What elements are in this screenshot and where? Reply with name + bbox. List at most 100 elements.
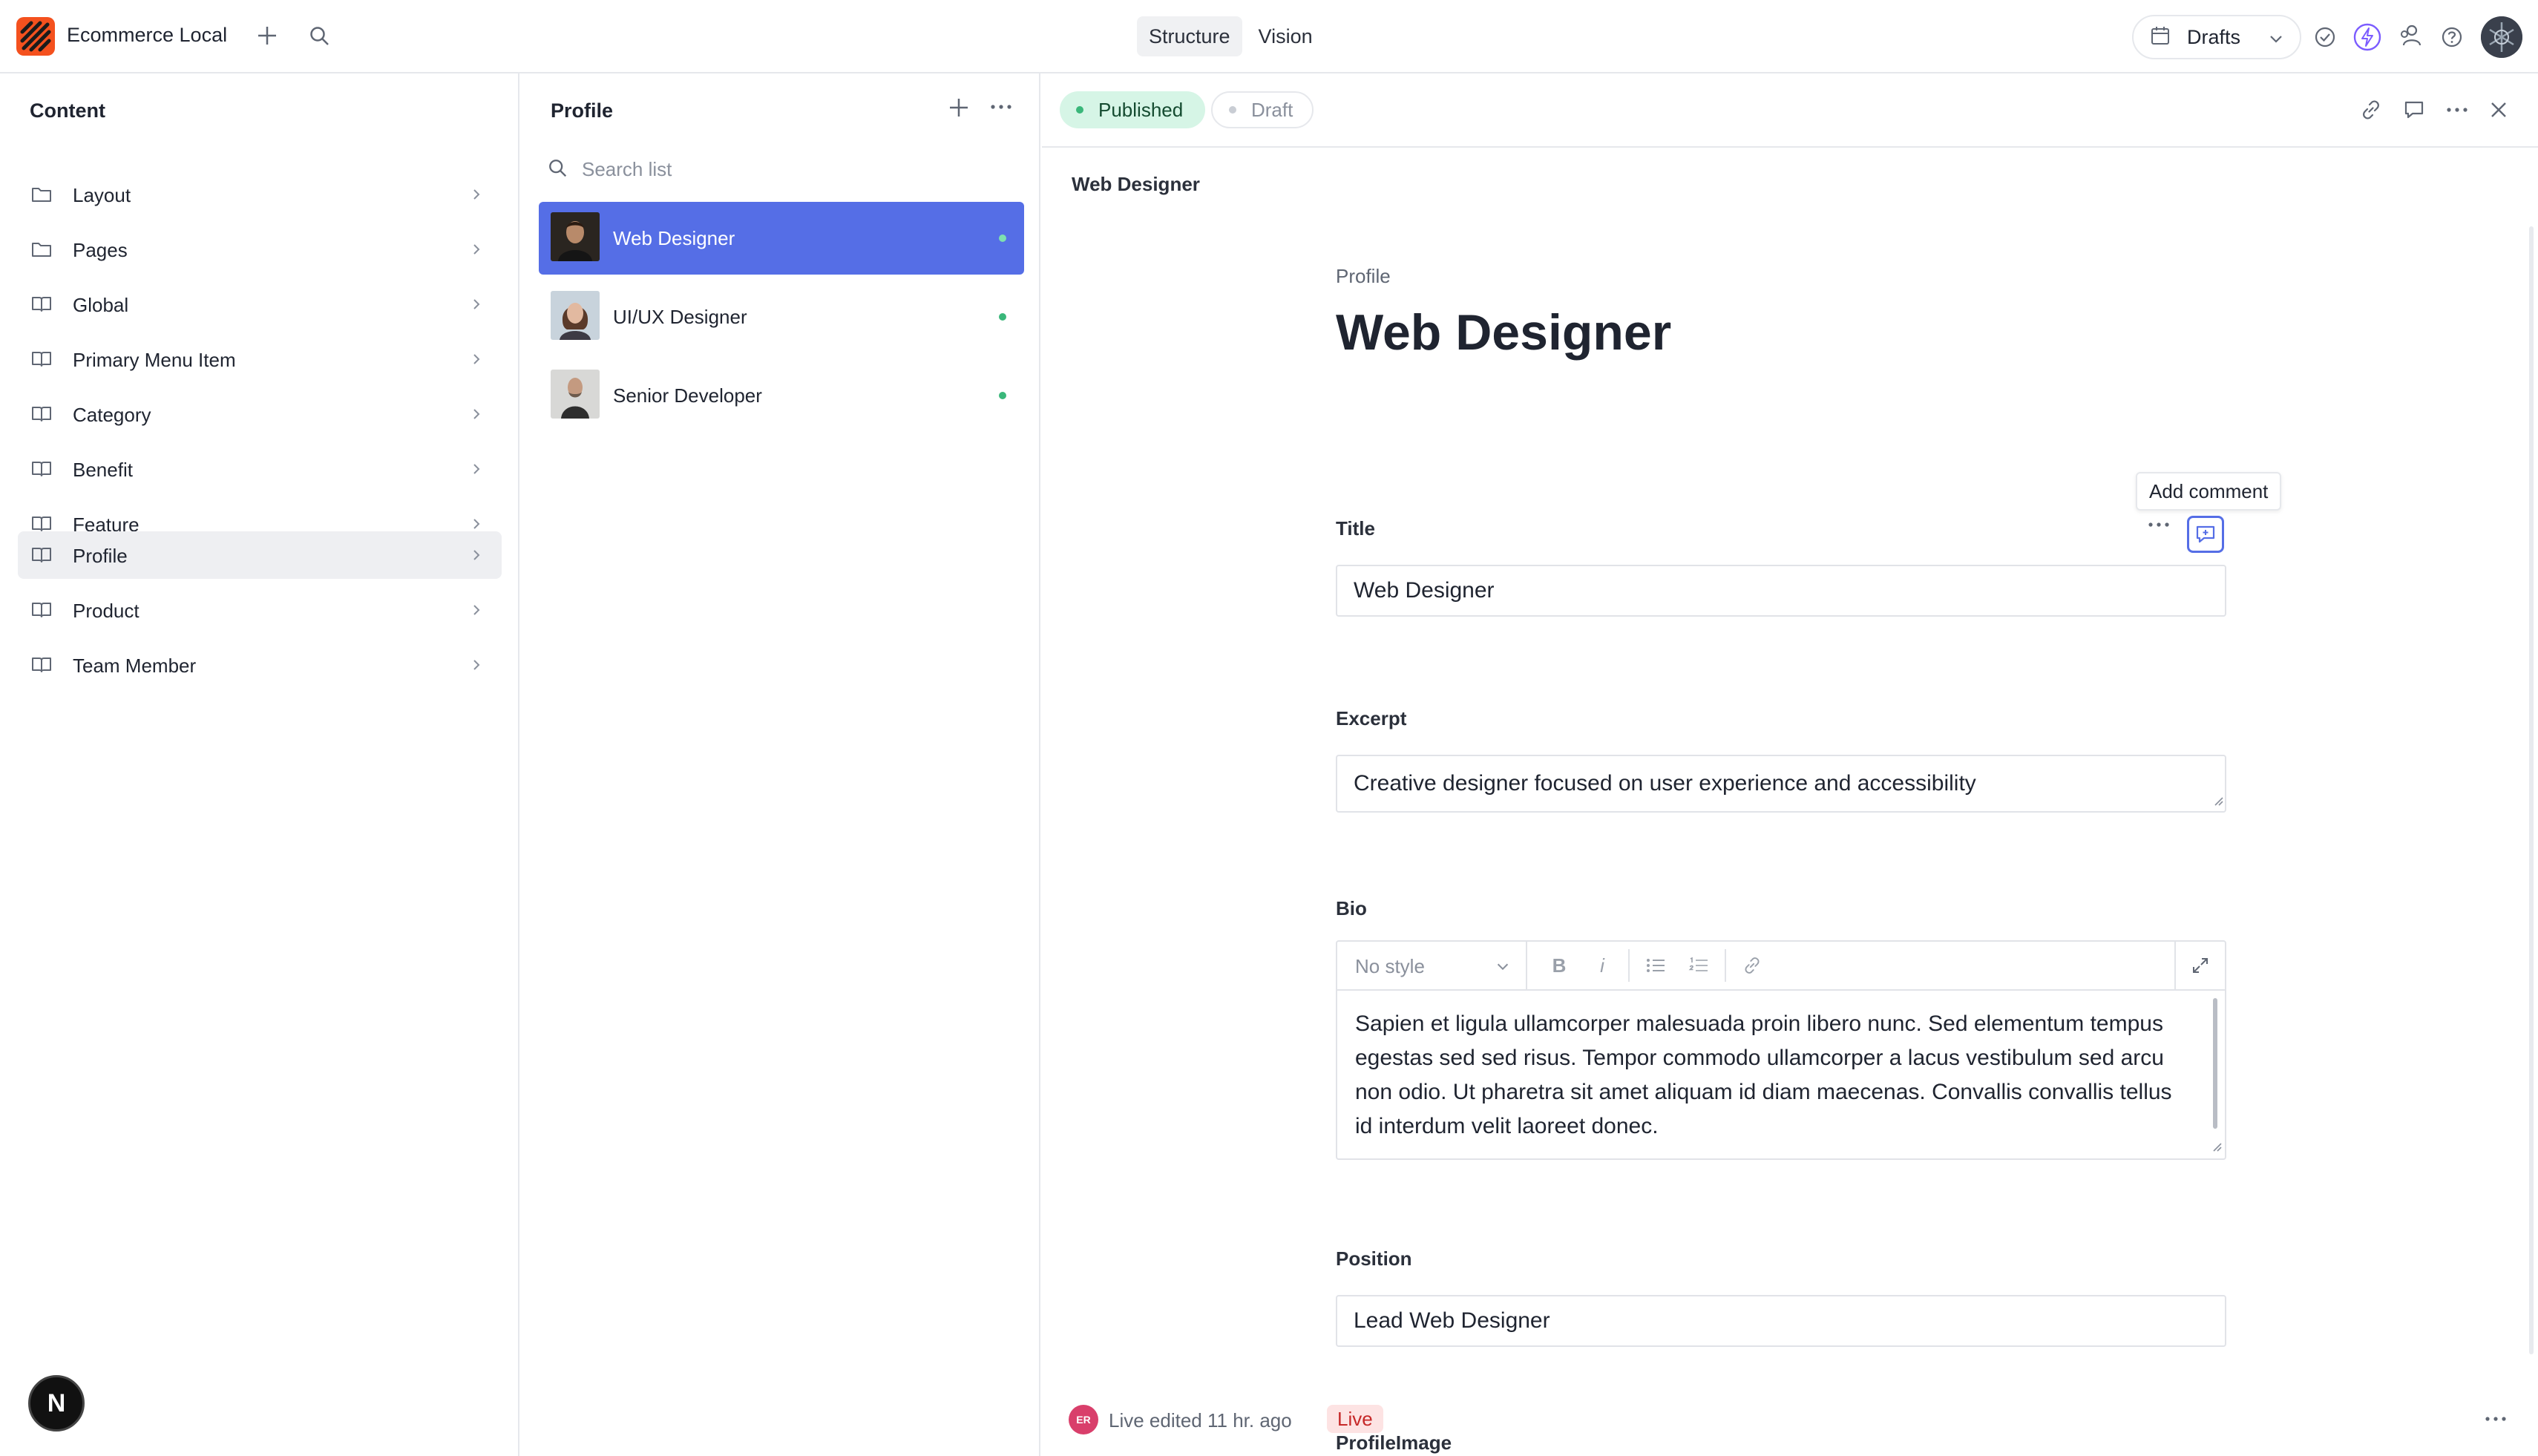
add-document-icon[interactable] xyxy=(947,96,971,119)
document-scrollbar[interactable] xyxy=(2529,226,2534,1354)
bio-field-label: Bio xyxy=(1336,897,1367,919)
list-search xyxy=(548,151,1008,188)
sidebar-item-benefit[interactable]: Benefit xyxy=(18,445,502,493)
chevron-down-icon xyxy=(2267,30,2285,51)
sidebar-item-global[interactable]: Global xyxy=(18,281,502,328)
title-input[interactable] xyxy=(1336,565,2226,617)
status-dot xyxy=(1076,106,1083,114)
list-item-web-designer[interactable]: Web Designer xyxy=(539,202,1024,275)
book-icon xyxy=(31,601,52,623)
sidebar-item-label: Team Member xyxy=(73,655,197,677)
profile-thumbnail xyxy=(551,370,600,419)
status-dot xyxy=(1229,106,1236,114)
list-item-label: Senior Developer xyxy=(613,384,762,407)
italic-button[interactable]: i xyxy=(1581,942,1624,989)
chevron-right-icon xyxy=(469,187,484,206)
list-item-ui-ux-designer[interactable]: UI/UX Designer xyxy=(539,281,1024,353)
sidebar-item-label: Primary Menu Item xyxy=(73,349,236,371)
field-more-icon[interactable] xyxy=(2148,517,2170,536)
document-list-pane: Profile Web Designer UI/UX Designer Seni… xyxy=(521,73,1040,1456)
sidebar-item-profile[interactable]: Profile xyxy=(18,531,502,579)
check-circle-icon[interactable] xyxy=(2313,25,2337,49)
book-icon xyxy=(31,546,52,568)
draft-status-button[interactable]: Draft xyxy=(1211,91,1314,128)
bio-scrollbar[interactable] xyxy=(2213,998,2217,1129)
published-status-button[interactable]: Published xyxy=(1060,91,1205,128)
help-icon[interactable] xyxy=(2440,25,2464,49)
chevron-right-icon xyxy=(469,242,484,260)
sidebar-item-product[interactable]: Product xyxy=(18,586,502,634)
bio-text[interactable]: Sapien et ligula ullamcorper malesuada p… xyxy=(1355,1007,2194,1144)
drafts-button[interactable]: Drafts xyxy=(2132,15,2301,59)
sidebar-item-label: Profile xyxy=(73,545,128,567)
list-item-label: UI/UX Designer xyxy=(613,306,747,328)
sidebar-item-team-member[interactable]: Team Member xyxy=(18,641,502,689)
position-input[interactable] xyxy=(1336,1295,2226,1347)
sidebar-item-category[interactable]: Category xyxy=(18,390,502,438)
link-icon[interactable] xyxy=(2360,99,2382,121)
sidebar-item-pages[interactable]: Pages xyxy=(18,226,502,273)
last-edited-text[interactable]: Live edited 11 hr. ago xyxy=(1109,1409,1292,1432)
document-pane: Published Draft Web Designer Profile Web… xyxy=(1042,73,2538,1456)
user-avatar[interactable] xyxy=(2481,16,2522,58)
close-icon[interactable] xyxy=(2489,100,2508,119)
book-icon xyxy=(31,405,52,427)
comment-icon[interactable] xyxy=(2403,99,2425,121)
excerpt-field-label: Excerpt xyxy=(1336,707,1407,729)
sidebar-item-label: Category xyxy=(73,404,151,426)
editor-avatar: ER xyxy=(1069,1405,1098,1434)
bold-button[interactable]: B xyxy=(1538,942,1581,989)
bio-toolbar: No style B i xyxy=(1337,942,2225,991)
list-item-senior-developer[interactable]: Senior Developer xyxy=(539,359,1024,432)
sidebar-title: Content xyxy=(30,99,105,122)
users-icon[interactable] xyxy=(2397,22,2424,49)
add-comment-button[interactable] xyxy=(2187,516,2224,553)
book-icon xyxy=(31,460,52,482)
chevron-right-icon xyxy=(469,352,484,370)
profile-thumbnail xyxy=(551,212,600,261)
published-label: Published xyxy=(1098,98,1184,121)
published-dot xyxy=(999,313,1006,321)
profile-thumbnail xyxy=(551,291,600,340)
more-icon[interactable] xyxy=(2485,1415,2507,1423)
expand-icon xyxy=(2193,958,2208,973)
folder-icon xyxy=(31,240,52,262)
text-style-label: No style xyxy=(1355,955,1425,977)
resize-handle-icon[interactable] xyxy=(2213,796,2223,810)
resize-handle-icon[interactable] xyxy=(2211,1141,2222,1155)
bullet-list-button[interactable] xyxy=(1634,942,1677,989)
drafts-label: Drafts xyxy=(2187,25,2241,48)
bullet-list-icon xyxy=(1647,959,1665,972)
excerpt-input[interactable] xyxy=(1336,755,2226,813)
tab-structure[interactable]: Structure xyxy=(1137,16,1242,56)
add-comment-icon xyxy=(2196,525,2215,543)
next-badge[interactable]: N xyxy=(28,1375,85,1432)
book-icon xyxy=(31,295,52,317)
list-title: Profile xyxy=(551,99,614,122)
chevron-down-icon xyxy=(1495,958,1511,978)
link-button[interactable] xyxy=(1731,942,1774,989)
title-field-label: Title xyxy=(1336,517,1375,540)
chevron-right-icon xyxy=(469,297,484,315)
tab-vision[interactable]: Vision xyxy=(1247,16,1325,56)
draft-label: Draft xyxy=(1251,98,1293,121)
search-icon xyxy=(548,158,568,183)
sidebar-item-layout[interactable]: Layout xyxy=(18,171,502,218)
sidebar-item-label: Global xyxy=(73,294,129,316)
text-style-select[interactable]: No style xyxy=(1337,942,1527,989)
content-sidebar: Content Layout Pages Global Primary Menu… xyxy=(0,73,519,1456)
document-footer: ER Live edited 11 hr. ago Live xyxy=(1042,1391,2538,1446)
app-title[interactable]: Ecommerce Local xyxy=(67,24,227,47)
plus-icon[interactable] xyxy=(255,24,279,47)
more-icon[interactable] xyxy=(2446,106,2468,114)
expand-editor-button[interactable] xyxy=(2174,942,2225,989)
document-title: Web Designer xyxy=(1336,304,1672,361)
search-input[interactable] xyxy=(582,155,997,183)
link-icon xyxy=(1745,957,1760,974)
numbered-list-button[interactable] xyxy=(1677,942,1720,989)
app-logo[interactable] xyxy=(16,17,55,56)
lightning-icon[interactable] xyxy=(2352,22,2382,52)
search-icon[interactable] xyxy=(309,25,331,47)
sidebar-item-primary-menu-item[interactable]: Primary Menu Item xyxy=(18,335,502,383)
more-icon[interactable] xyxy=(990,103,1012,111)
